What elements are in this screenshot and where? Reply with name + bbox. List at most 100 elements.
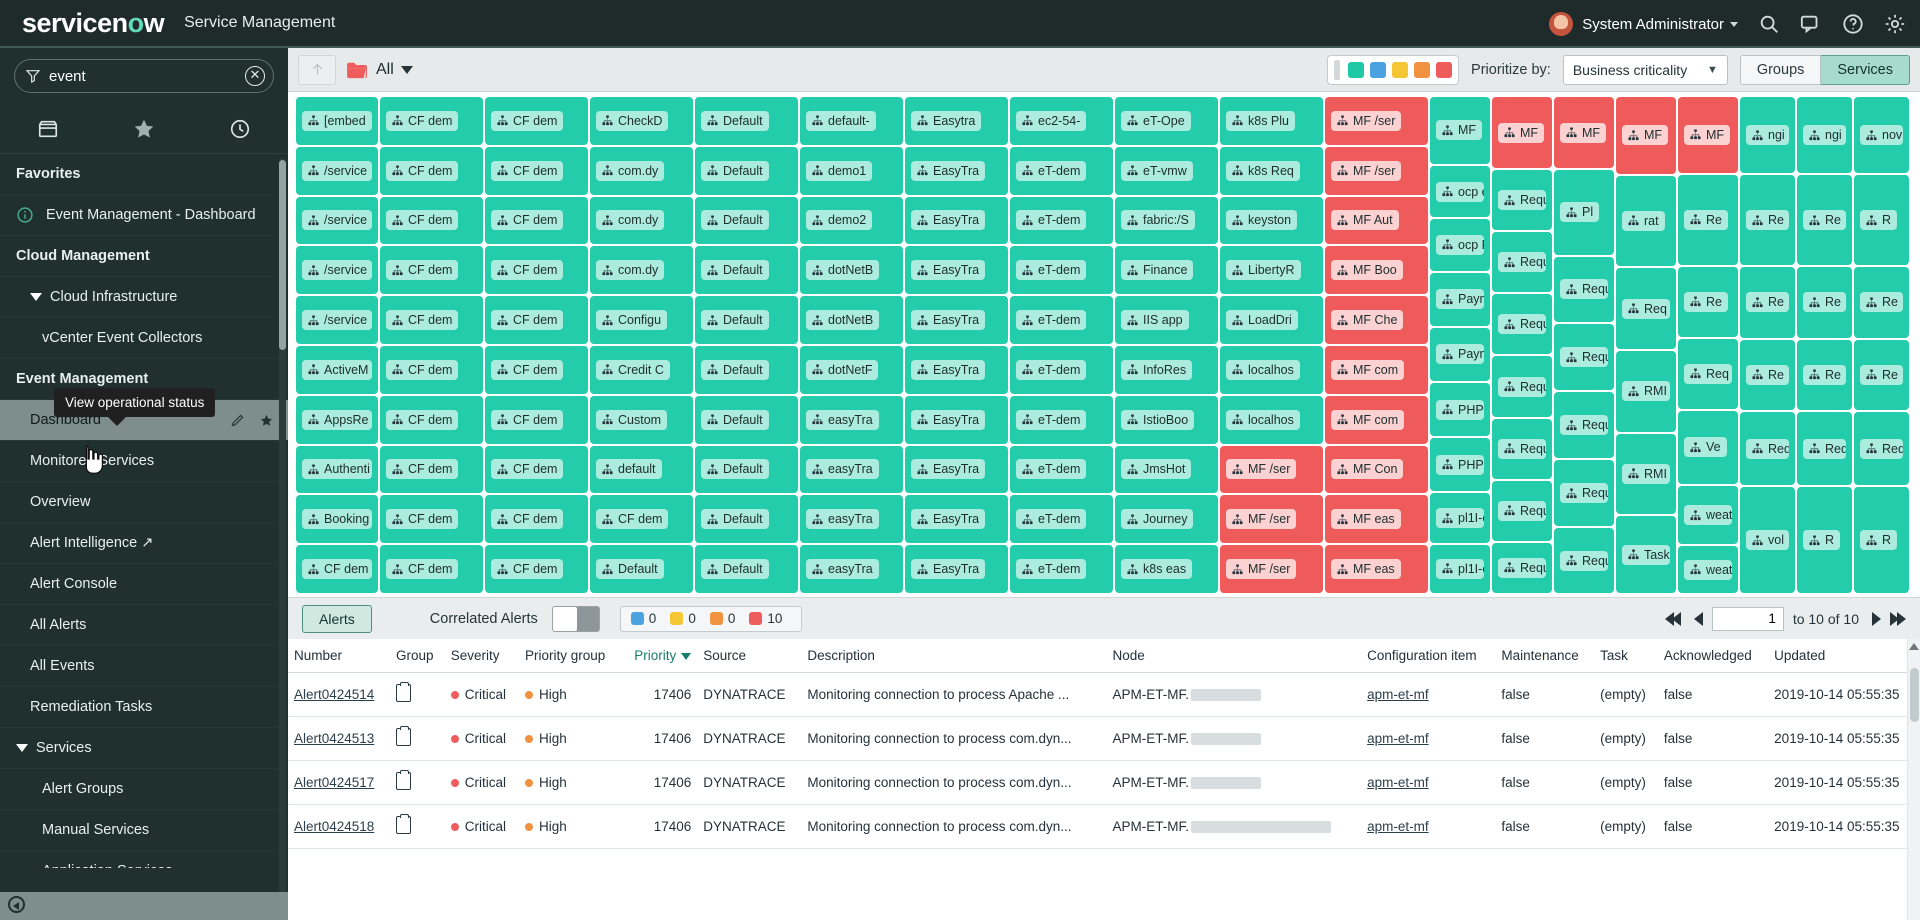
- treemap-tile[interactable]: demo1: [800, 147, 903, 195]
- treemap-tile[interactable]: EasyTra: [905, 396, 1008, 444]
- treemap-tile[interactable]: [embed: [296, 97, 378, 145]
- cell-group[interactable]: [390, 673, 445, 717]
- sidebar-scrollbar-thumb[interactable]: [279, 160, 286, 350]
- treemap-tile[interactable]: Reque: [1492, 294, 1552, 354]
- treemap-tile[interactable]: EasyTra: [905, 446, 1008, 494]
- cell-configuration-item[interactable]: apm-et-mf: [1361, 673, 1495, 717]
- treemap-tile[interactable]: Pl: [1554, 170, 1614, 254]
- treemap-tile[interactable]: dotNetB: [800, 246, 903, 294]
- sidebar-item-alert-intelligence[interactable]: Alert Intelligence ↗: [0, 523, 288, 564]
- treemap-tile[interactable]: Tasks: [1616, 516, 1676, 593]
- treemap-tile[interactable]: eT-dem: [1010, 147, 1113, 195]
- treemap-tile[interactable]: Reque: [1492, 356, 1552, 416]
- treemap-tile[interactable]: Default: [695, 346, 798, 394]
- prioritize-by-select[interactable]: Business criticality ▼: [1563, 55, 1728, 85]
- table-row[interactable]: Alert0424513 Critical High 17406 DYNATRACE Mo…: [288, 717, 1920, 761]
- column-header-task[interactable]: Task: [1594, 639, 1658, 673]
- treemap-tile[interactable]: Reque: [1492, 419, 1552, 479]
- treemap-tile[interactable]: eT-dem: [1010, 545, 1113, 593]
- history-tab[interactable]: [192, 104, 288, 153]
- cell-configuration-item[interactable]: apm-et-mf: [1361, 717, 1495, 761]
- treemap-tile[interactable]: Re: [1678, 175, 1738, 265]
- treemap-tile[interactable]: MF: [1616, 97, 1676, 174]
- chevron-down-icon[interactable]: [401, 66, 413, 74]
- all-applications-tab[interactable]: [0, 104, 96, 153]
- cell-number[interactable]: Alert0424514: [288, 673, 390, 717]
- treemap-tile[interactable]: dotNetF: [800, 346, 903, 394]
- treemap-tile[interactable]: Re: [1740, 267, 1795, 337]
- column-header-group[interactable]: Group: [390, 639, 445, 673]
- treemap-tile[interactable]: Request: [1554, 324, 1614, 390]
- treemap-tile[interactable]: CF dem: [380, 97, 483, 145]
- treemap-tile[interactable]: CF dem: [380, 346, 483, 394]
- treemap-tile[interactable]: Default: [590, 545, 693, 593]
- table-row[interactable]: Alert0424518 Critical High 17406 DYNATRACE Mo…: [288, 805, 1920, 849]
- treemap-tile[interactable]: k8s eas: [1115, 545, 1218, 593]
- treemap-tile[interactable]: dotNetB: [800, 296, 903, 344]
- treemap-tile[interactable]: Payme: [1430, 273, 1490, 326]
- treemap-tile[interactable]: rat: [1616, 176, 1676, 267]
- first-page-button[interactable]: [1665, 612, 1681, 626]
- treemap-tile[interactable]: vol: [1740, 487, 1795, 593]
- sidebar-item-manual-services[interactable]: Manual Services: [0, 810, 288, 851]
- severity-swatch-2[interactable]: [1370, 62, 1386, 78]
- treemap-tile[interactable]: CF dem: [296, 545, 378, 593]
- sidebar-item-cloud-infrastructure[interactable]: Cloud Infrastructure: [0, 277, 288, 318]
- treemap-tile[interactable]: MF eas: [1325, 495, 1428, 543]
- cell-group[interactable]: [390, 717, 445, 761]
- treemap-tile[interactable]: Reque: [1492, 170, 1552, 230]
- cell-group[interactable]: [390, 761, 445, 805]
- cell-number[interactable]: Alert0424517: [288, 761, 390, 805]
- treemap-tile[interactable]: eT-Ope: [1115, 97, 1218, 145]
- collapse-sidebar-icon[interactable]: [8, 896, 25, 913]
- cell-number[interactable]: Alert0424513: [288, 717, 390, 761]
- treemap-tile[interactable]: Credit C: [590, 346, 693, 394]
- treemap-tile[interactable]: CF dem: [485, 446, 588, 494]
- treemap-tile[interactable]: keyston: [1220, 197, 1323, 245]
- clear-filter-icon[interactable]: ✕: [245, 66, 265, 86]
- treemap-tile[interactable]: Finance: [1115, 246, 1218, 294]
- treemap-tile[interactable]: ocp ea: [1430, 166, 1490, 217]
- treemap-tile[interactable]: CF dem: [485, 147, 588, 195]
- gear-icon[interactable]: [1884, 13, 1906, 35]
- treemap-tile[interactable]: easyTra: [800, 446, 903, 494]
- treemap-tile[interactable]: easyTra: [800, 396, 903, 444]
- treemap-tile[interactable]: ActiveM: [296, 346, 378, 394]
- treemap-tile[interactable]: MF com: [1325, 396, 1428, 444]
- cell-configuration-item[interactable]: apm-et-mf: [1361, 805, 1495, 849]
- edit-pencil-icon[interactable]: [230, 413, 245, 428]
- treemap-tile[interactable]: CF dem: [485, 396, 588, 444]
- treemap-tile[interactable]: ocp Re: [1430, 219, 1490, 270]
- move-up-button[interactable]: [298, 55, 336, 85]
- treemap-tile[interactable]: Default: [695, 396, 798, 444]
- search-icon[interactable]: [1758, 13, 1780, 35]
- column-header-source[interactable]: Source: [697, 639, 801, 673]
- treemap-tile[interactable]: com.dy: [590, 246, 693, 294]
- treemap-tile[interactable]: CF dem: [380, 545, 483, 593]
- treemap-tile[interactable]: PHP on: [1430, 438, 1490, 491]
- treemap-tile[interactable]: CF dem: [380, 147, 483, 195]
- treemap-tile[interactable]: CF dem: [485, 246, 588, 294]
- column-header-node[interactable]: Node: [1106, 639, 1361, 673]
- table-row[interactable]: Alert0424514 Critical High 17406 DYNATRACE Mo…: [288, 673, 1920, 717]
- treemap-tile[interactable]: CF dem: [485, 346, 588, 394]
- treemap-tile[interactable]: MF com: [1325, 346, 1428, 394]
- treemap-tile[interactable]: fabric:/S: [1115, 197, 1218, 245]
- treemap-tile[interactable]: /service: [296, 246, 378, 294]
- chevron-down-icon[interactable]: [30, 293, 42, 301]
- treemap-tile[interactable]: easyTra: [800, 545, 903, 593]
- treemap-tile[interactable]: MF: [1430, 97, 1490, 164]
- treemap-tile[interactable]: CF dem: [485, 296, 588, 344]
- alerts-tab-button[interactable]: Alerts: [302, 605, 372, 633]
- treemap-tile[interactable]: default: [590, 446, 693, 494]
- treemap-tile[interactable]: Request: [1554, 528, 1614, 593]
- treemap-tile[interactable]: R: [1854, 487, 1909, 593]
- treemap-tile[interactable]: PHP on: [1430, 383, 1490, 436]
- treemap-tile[interactable]: Re: [1854, 267, 1909, 337]
- treemap-tile[interactable]: ngi: [1797, 97, 1852, 173]
- sidebar-item-services[interactable]: Services: [0, 728, 288, 769]
- treemap-tile[interactable]: CF dem: [485, 545, 588, 593]
- treemap-tile[interactable]: Authenti: [296, 446, 378, 494]
- page-number-input[interactable]: [1712, 607, 1784, 631]
- severity-legend-swatches[interactable]: [1327, 55, 1459, 85]
